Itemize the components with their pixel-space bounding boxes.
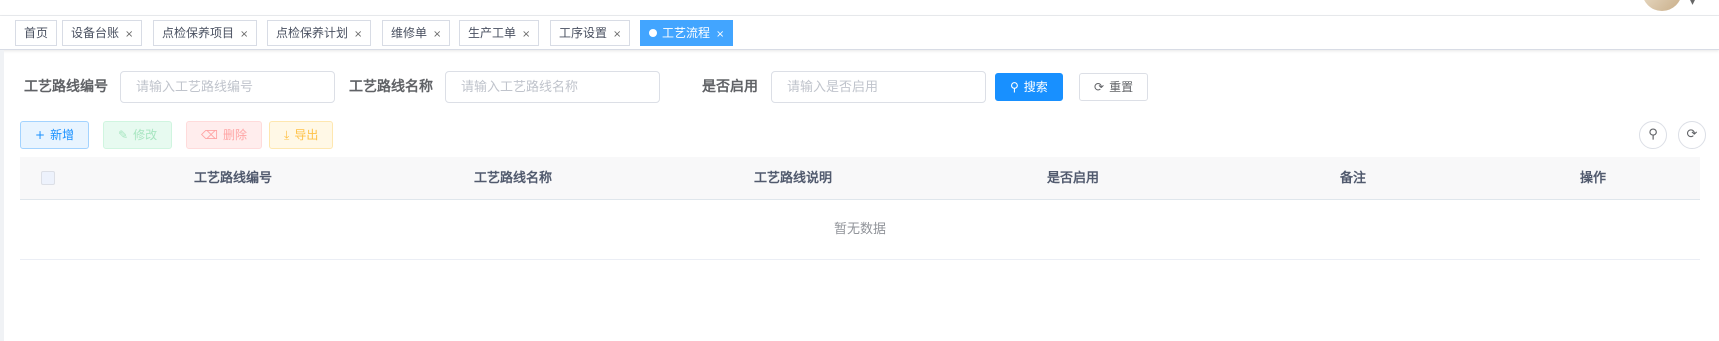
close-icon[interactable]: × <box>433 23 441 47</box>
tab-process-settings[interactable]: 工序设置 × <box>550 20 631 47</box>
delete-button-label: 删除 <box>222 128 247 142</box>
edit-icon: ✎ <box>118 128 129 142</box>
route-name-label: 工艺路线名称 <box>349 79 433 95</box>
edit-button[interactable]: ✎ 修改 <box>103 121 173 149</box>
tab-label: 点检保养计划 <box>276 26 349 40</box>
reset-button-label: 重置 <box>1109 80 1134 94</box>
close-icon[interactable]: × <box>125 23 133 47</box>
toggle-search-button[interactable]: ⚲ <box>1639 121 1667 149</box>
table-header: 工艺路线编号 工艺路线名称 工艺路线说明 是否启用 备注 操作 <box>20 157 1700 200</box>
delete-button[interactable]: ⌫ 删除 <box>186 121 262 149</box>
close-icon[interactable]: × <box>522 23 530 47</box>
search-icon: ⚲ <box>1010 80 1019 94</box>
column-header: 工艺路线说明 <box>753 171 832 186</box>
column-header: 操作 <box>1579 171 1606 186</box>
tab-process-flow[interactable]: 工艺流程 × <box>640 20 734 47</box>
tab-label: 生产工单 <box>468 26 517 40</box>
tab-label: 工序设置 <box>559 26 608 40</box>
search-icon: ⚲ <box>1648 127 1658 142</box>
search-button[interactable]: ⚲ 搜索 <box>995 73 1063 101</box>
route-code-label: 工艺路线编号 <box>24 79 108 95</box>
column-header: 工艺路线名称 <box>473 171 552 186</box>
refresh-button[interactable]: ⟳ <box>1678 121 1706 149</box>
download-icon: ⤓ <box>284 128 290 142</box>
user-avatar[interactable] <box>1642 0 1682 11</box>
enabled-input[interactable] <box>771 71 986 103</box>
column-header: 是否启用 <box>1046 171 1099 186</box>
export-button-label: 导出 <box>294 128 319 142</box>
tab-home[interactable]: 首页 <box>15 20 58 46</box>
tab-label: 维修单 <box>391 26 428 40</box>
edit-button-label: 修改 <box>133 128 158 142</box>
tags-view: 首页 设备台账 × 点检保养项目 × 点检保养计划 × 维修单 × 生产工单 × 工序设置… <box>0 16 1719 50</box>
trash-icon: ⌫ <box>201 128 218 142</box>
tab-label: 点检保养项目 <box>162 26 235 40</box>
tab-inspection-plan[interactable]: 点检保养计划 × <box>267 20 372 47</box>
route-code-input[interactable] <box>120 71 335 103</box>
reset-button[interactable]: ⟳ 重置 <box>1079 73 1149 101</box>
route-name-input[interactable] <box>445 71 660 103</box>
tab-label: 首页 <box>24 26 49 40</box>
tab-equipment-ledger[interactable]: 设备台账 × <box>62 20 143 47</box>
close-icon[interactable]: × <box>354 23 362 47</box>
empty-text: 暂无数据 <box>20 200 1700 260</box>
tab-work-order[interactable]: 生产工单 × <box>459 20 540 47</box>
close-icon[interactable]: × <box>240 23 248 47</box>
tab-inspection-items[interactable]: 点检保养项目 × <box>153 20 258 47</box>
enabled-label: 是否启用 <box>702 79 758 95</box>
plus-icon: + <box>35 128 46 142</box>
search-button-label: 搜索 <box>1023 80 1048 94</box>
sidebar-edge <box>0 50 4 341</box>
refresh-icon: ⟳ <box>1686 127 1698 142</box>
column-header: 工艺路线编号 <box>193 171 272 186</box>
add-button[interactable]: + 新增 <box>20 121 90 149</box>
column-header: 备注 <box>1339 171 1366 186</box>
select-all-checkbox[interactable] <box>41 171 55 185</box>
caret-down-icon[interactable]: ▾ <box>1690 0 1695 8</box>
close-icon[interactable]: × <box>716 23 724 47</box>
export-button[interactable]: ⤓ 导出 <box>269 121 334 149</box>
tab-label: 设备台账 <box>71 26 120 40</box>
tab-repair-order[interactable]: 维修单 × <box>382 20 451 47</box>
top-navbar: ▾ <box>0 0 1719 16</box>
add-button-label: 新增 <box>50 128 75 142</box>
refresh-icon: ⟳ <box>1094 80 1105 94</box>
active-dot-icon <box>649 29 657 37</box>
tab-label: 工艺流程 <box>662 26 711 40</box>
close-icon[interactable]: × <box>613 23 621 47</box>
